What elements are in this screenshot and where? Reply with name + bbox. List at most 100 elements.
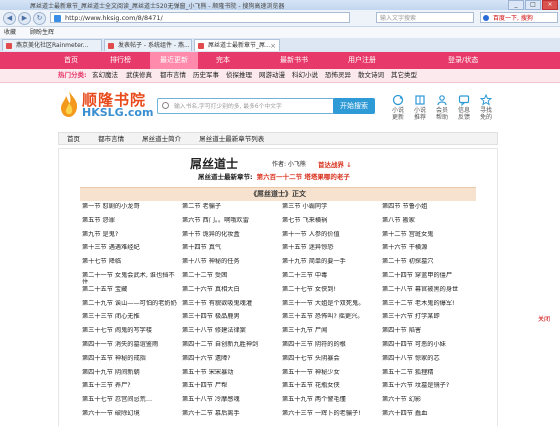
chapter-link[interactable]: 第一节 怼剧的小龙哥 [82, 203, 178, 215]
category-link[interactable]: 散文诗词 [358, 69, 384, 82]
chapter-link[interactable]: 第四十四节 可恶的小妹 [382, 341, 478, 353]
chapter-link[interactable]: 第六十三节 一辉卜的老骗子! [282, 410, 378, 422]
category-link[interactable]: 恐怖灵异 [325, 69, 351, 82]
browser-tab[interactable]: 发表帖子 - 系统组件 - 燕... [104, 39, 192, 51]
chapter-link[interactable]: 第五十五节 花瓶女侠 [282, 382, 378, 394]
chapter-link[interactable]: 第二十九节 诶山——可怕的老奶奶 [82, 300, 178, 312]
chapter-link[interactable]: 第三十六节 打学某即 [382, 313, 478, 325]
breadcrumb-category[interactable]: 都市言情 [90, 133, 132, 146]
chapter-link[interactable]: 第五十节 宋宋暴动 [182, 369, 278, 381]
nav-recent[interactable]: 最近更新 [150, 52, 198, 69]
chapter-link[interactable]: 第四十五节 神秘的戒指 [82, 355, 178, 367]
chapter-link[interactable]: 第四十一节 消失的墓谊鉴雨 [82, 341, 178, 353]
book-search-input[interactable]: 输入书名,字可打少别的多, 最多6个中文字 [157, 98, 335, 114]
chapter-link[interactable]: 第三十四节 极品鹿男 [182, 313, 278, 325]
chapter-link[interactable]: 第五十九节 两个警毛懂 [282, 396, 378, 408]
find-link[interactable]: 寻找 免的 [476, 94, 496, 121]
chapter-link[interactable]: 第三十九节 尸闻 [282, 327, 378, 339]
chapter-link[interactable]: 第二十八节 幕官被黑的身世 [382, 286, 478, 298]
chapter-link[interactable]: 第五十一节 神秘少女 [282, 369, 378, 381]
chapter-link[interactable]: 第十六节 干横源 [382, 244, 478, 256]
chapter-link[interactable]: 第十八节 神秘的任务 [182, 258, 278, 270]
back-button[interactable]: ◀ [3, 12, 16, 25]
chapter-link[interactable]: 第六十二节 慕后离手 [182, 410, 278, 422]
chapter-link[interactable]: 第二节 老骗子 [182, 203, 278, 215]
latest-chapter-link[interactable]: 第六百一十二节 塔塔果哪的老子 [257, 173, 350, 181]
category-link[interactable]: 侦探推理 [226, 69, 252, 82]
chapter-link[interactable]: 第三十八节 修建法律案 [182, 327, 278, 339]
maximize-button[interactable]: □ [525, 0, 541, 10]
chapter-link[interactable]: 第五十七节 忍宫间忌荒… [82, 396, 178, 408]
chapter-link[interactable]: 第二十五节 宝藏 [82, 286, 178, 298]
site-logo[interactable]: 顺隆书院 HKSLG.com [58, 88, 158, 122]
breadcrumb-book[interactable]: 屌丝道士简介 [134, 133, 189, 146]
chapter-link[interactable]: 第六十四节 蠢血 [382, 410, 478, 422]
chapter-link[interactable]: 第三十三节 闭心无推 [82, 313, 178, 325]
chapter-link[interactable]: 第四十二节 自创新九胜神剑 [182, 341, 278, 353]
category-link[interactable]: 历史军事 [193, 69, 219, 82]
chapter-link[interactable]: 第四节 节鲁小姐 [382, 203, 478, 215]
nav-newbooks[interactable]: 最新书书 [280, 52, 308, 69]
forward-button[interactable]: ▶ [18, 12, 31, 25]
chapter-link[interactable]: 第五十八节 冷摩感魂 [182, 396, 278, 408]
nav-complete[interactable]: 完本 [216, 52, 230, 69]
chapter-link[interactable]: 第三十七节 闹鬼的写字楼 [82, 327, 178, 339]
chapter-link[interactable]: 第二十节 初探墓穴 [382, 258, 478, 270]
chapter-link[interactable]: 第三十节 有貌欲吸鬼魂灌 [182, 300, 278, 312]
book-hit-link[interactable]: 首达战界 ↓ [318, 159, 352, 169]
chapter-link[interactable]: 第十四节 真气 [182, 244, 278, 256]
close-ad-link[interactable]: 关闭 [538, 314, 550, 323]
category-link[interactable]: 科幻小说 [292, 69, 318, 82]
category-link[interactable]: 武侠修真 [126, 69, 152, 82]
tab-close-icon[interactable]: × [270, 40, 276, 51]
chapter-link[interactable]: 第七节 飞来横祸 [282, 217, 378, 229]
feedback-link[interactable]: 信息 反馈 [454, 94, 474, 121]
close-button[interactable]: × [542, 0, 558, 10]
chapter-link[interactable]: 第十节 诡异的化妆盒 [182, 231, 278, 243]
book-author[interactable]: 作者: 小飞熊 [272, 159, 306, 168]
chapter-link[interactable]: 第四十九节 阴间新朝 [82, 369, 178, 381]
chapter-link[interactable]: 第二十三节 中毒 [282, 272, 378, 284]
help-link[interactable]: 会员 帮助 [432, 94, 452, 121]
update-link[interactable]: 小说 更新 [388, 94, 408, 121]
chapter-link[interactable]: 第五十二节 狐狸精 [382, 369, 478, 381]
category-link[interactable]: 玄幻魔法 [92, 69, 118, 82]
fav-item[interactable]: 收藏 [4, 27, 16, 38]
nav-register[interactable]: 用户注册 [348, 52, 376, 69]
chapter-link[interactable]: 第三节 小霸同学 [282, 203, 378, 215]
chapter-link[interactable]: 第十二节 宫斑女鬼 [382, 231, 478, 243]
breadcrumb-home[interactable]: 首页 [59, 133, 88, 146]
chapter-link[interactable]: 第四十七节 头阴暴会 [282, 355, 378, 367]
chapter-link[interactable]: 第六节 西门。。啊哦欢雷 [182, 217, 278, 229]
chapter-link[interactable]: 第五节 怨罪 [82, 217, 178, 229]
chapter-link[interactable]: 第四十六节 遗障? [182, 355, 278, 367]
search-button[interactable]: 开始搜索 [333, 98, 375, 114]
chapter-link[interactable]: 第十五节 迷异惊恐 [282, 244, 378, 256]
chapter-link[interactable]: 第三十五节 恐怖叫? 摇更兴。 [282, 313, 378, 325]
chapter-link[interactable]: 第三十一节 大姐是个双死鬼。 [282, 300, 378, 312]
search-engine-box[interactable]: 百度一下, 搜狗 [480, 12, 558, 23]
browser-tab-active[interactable]: 屌丝道士最新章节_屌... × [194, 39, 280, 51]
chapter-link[interactable]: 第十三节 遇遇难经纪 [82, 244, 178, 256]
chapter-link[interactable]: 第十七节 降临 [82, 258, 178, 270]
chapter-link[interactable]: 第五十三节 养尸? [82, 382, 178, 394]
chapter-link[interactable]: 第五十四节 尸帮 [182, 382, 278, 394]
chapter-link[interactable]: 第二十一节 女鬼会武术, 谁也挡不住 [82, 272, 178, 284]
recommend-link[interactable]: 小说 推荐 [410, 94, 430, 121]
refresh-button[interactable]: ↻ [33, 12, 46, 25]
nav-home[interactable]: 首页 [64, 52, 78, 69]
browser-tab[interactable]: 燕京美化社区Rainmeter... [2, 39, 102, 51]
category-link[interactable]: 都市言情 [160, 69, 186, 82]
fav-item[interactable]: 顾盼生辉 [30, 27, 54, 38]
chapter-link[interactable]: 第五十六节 坟墓是镜子? [382, 382, 478, 394]
chapter-link[interactable]: 第八节 搬家 [382, 217, 478, 229]
chapter-link[interactable]: 第十一节 人参的价值 [282, 231, 378, 243]
minimize-button[interactable]: _ [508, 0, 524, 10]
login-link[interactable]: 登录/状态 [448, 52, 478, 69]
nav-rank[interactable]: 排行榜 [110, 52, 131, 69]
chapter-link[interactable]: 第十九节 简单的要一手 [282, 258, 378, 270]
category-link[interactable]: 网游动漫 [259, 69, 285, 82]
chapter-link[interactable]: 第二十六节 真相大白 [182, 286, 278, 298]
chapter-link[interactable]: 第三十二节 老木鬼的爆军! [382, 300, 478, 312]
chapter-link[interactable]: 第四十八节 惊家的芯 [382, 355, 478, 367]
